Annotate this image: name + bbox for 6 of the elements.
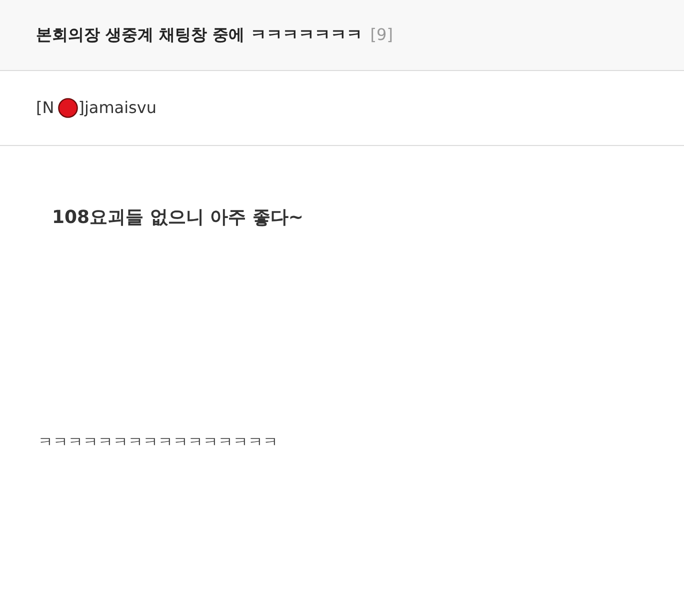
body-text: ㅋㅋㅋㅋㅋㅋㅋㅋㅋㅋㅋㅋㅋㅋㅋㅋ <box>38 432 279 453</box>
author-prefix: [N <box>36 97 54 119</box>
image-caption: 108요괴들 없으니 아주 좋다~ <box>52 206 304 230</box>
author-name-link[interactable]: ]jamaisvu <box>78 96 156 120</box>
post-title: 본회의장 생중계 채팅창 중에 ㅋㅋㅋㅋㅋㅋㅋ <box>36 24 362 46</box>
circle-icon <box>58 98 78 118</box>
